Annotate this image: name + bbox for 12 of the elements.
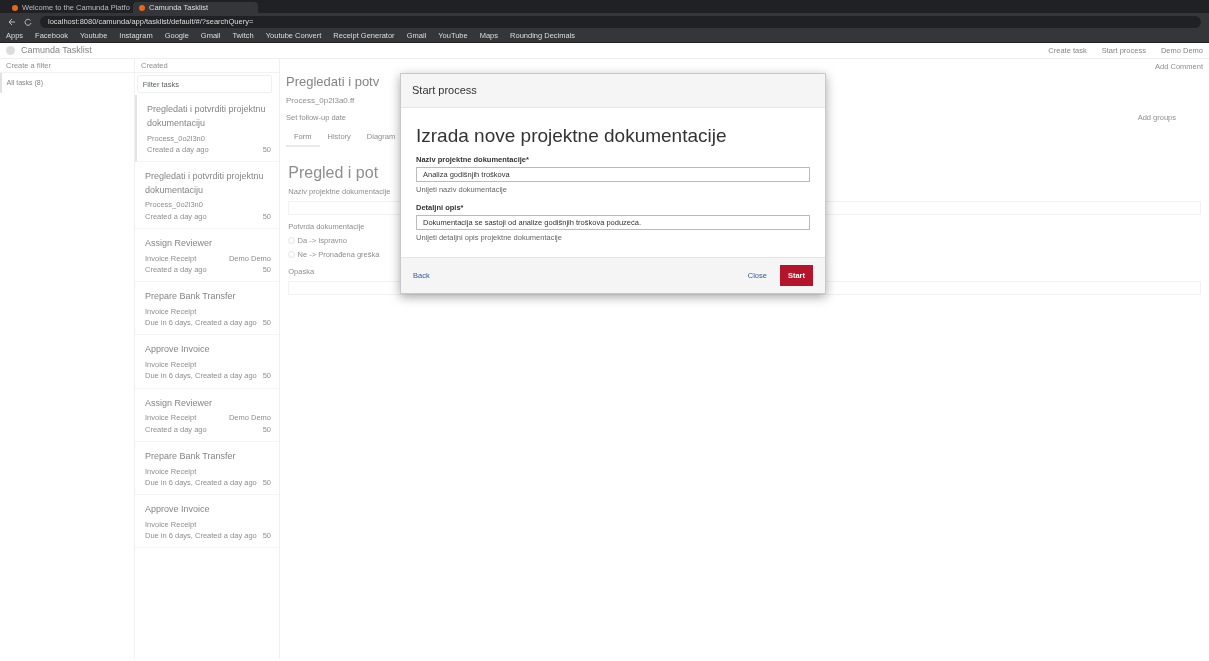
modal-title: Start process bbox=[401, 74, 825, 108]
form-heading: Izrada nove projektne dokumentacije bbox=[416, 123, 728, 148]
task-name: Prepare Bank Transfer bbox=[145, 290, 237, 303]
task-title: Pregledati i potv bbox=[286, 73, 380, 92]
app-title: Camunda Tasklist bbox=[21, 43, 92, 57]
task-name: Assign Reviewer bbox=[145, 396, 214, 410]
task-name: Prepare Bank Transfer bbox=[145, 449, 237, 463]
task-name: Assign Reviewer bbox=[145, 236, 214, 250]
task-name: Approve Invoice bbox=[145, 503, 211, 516]
task-name: Approve Invoice bbox=[145, 343, 211, 357]
form-title: Pregled i pot bbox=[288, 162, 379, 183]
process-name: Process_0p2l3a0.ff bbox=[286, 95, 355, 107]
